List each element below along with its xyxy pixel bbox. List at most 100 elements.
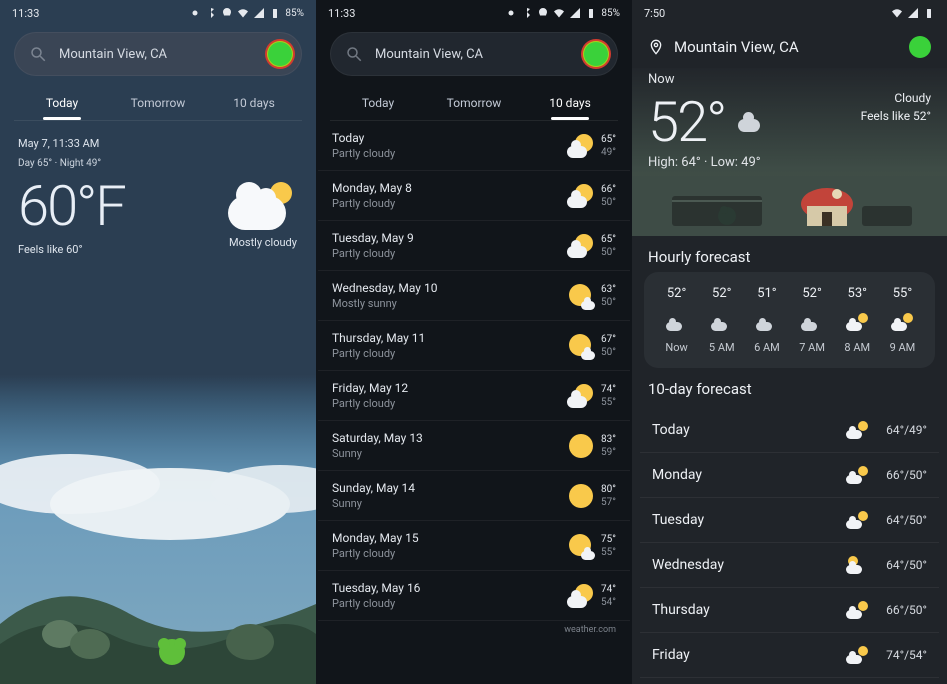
low-temp: 50°: [601, 196, 616, 209]
hour-label: 9 AM: [880, 341, 925, 354]
search-bar[interactable]: Mountain View, CA: [14, 32, 302, 76]
hourly-cell[interactable]: 53°8 AM: [835, 286, 880, 354]
status-icons: 85%: [505, 7, 620, 19]
forecast-row[interactable]: Tuesday, May 16Partly cloudy74°54°: [318, 571, 630, 621]
day-condition: Partly cloudy: [332, 397, 567, 410]
forecast-row[interactable]: Sunday, May 14Sunny80°57°: [318, 471, 630, 521]
tab-10-days[interactable]: 10 days: [522, 86, 618, 120]
pc-icon: [846, 313, 868, 331]
current-temp: 60°F: [18, 173, 125, 239]
search-bar[interactable]: Mountain View, CA: [330, 32, 618, 76]
low-temp: 55°: [601, 396, 616, 409]
tab-today[interactable]: Today: [330, 86, 426, 120]
hourly-card[interactable]: 52° Now52°5 AM51°6 AM52°7 AM53°8 AM55° 9 A…: [644, 272, 935, 368]
day-condition: Partly cloudy: [332, 547, 567, 560]
signal-icon: [253, 7, 265, 19]
location-name: Mountain View, CA: [674, 38, 899, 56]
bluetooth-icon: [521, 7, 533, 19]
ms-icon: [567, 332, 595, 360]
hero-panel: Now 52° Cloudy Feels like 52° High: 64° …: [632, 68, 947, 236]
forecast-row[interactable]: Monday, May 15Partly cloudy75°55°: [318, 521, 630, 571]
pc-icon: [567, 382, 595, 410]
hour-label: 6 AM: [744, 341, 789, 354]
forecast-row[interactable]: Saturday, May 13Sunny83°59°: [318, 421, 630, 471]
status-time: 11:33: [12, 7, 39, 20]
nfc-icon: [189, 7, 201, 19]
day-name: Today: [332, 131, 567, 145]
tabs: Today Tomorrow 10 days: [330, 86, 618, 120]
day-name: Thursday, May 11: [332, 331, 567, 345]
day-name: Wednesday: [652, 557, 846, 573]
tab-tomorrow[interactable]: Tomorrow: [426, 86, 522, 120]
wifi-icon: [237, 7, 249, 19]
forecast-row[interactable]: Wednesday, May 10Mostly sunny63°50°: [318, 271, 630, 321]
tenday-row[interactable]: Today64°/49°: [640, 408, 939, 453]
day-name: Thursday: [652, 602, 846, 618]
low-temp: 50°: [601, 346, 616, 359]
current-temp: 52°: [648, 89, 725, 155]
tenday-list[interactable]: Today64°/49°Monday66°/50°Tuesday64°/50°W…: [640, 408, 939, 678]
day-condition: Mostly sunny: [332, 297, 567, 310]
high-low: 64°/49°: [886, 423, 927, 437]
tenday-row[interactable]: Monday66°/50°: [640, 453, 939, 498]
status-bar: 11:33 85%: [316, 0, 632, 26]
forecast-row[interactable]: Tuesday, May 9Partly cloudy65°50°: [318, 221, 630, 271]
assistant-indicator-icon[interactable]: [583, 41, 609, 67]
forecast-row[interactable]: Monday, May 8Partly cloudy66°50°: [318, 171, 630, 221]
hourly-cell[interactable]: 52°7 AM: [790, 286, 835, 354]
day-condition: Partly cloudy: [332, 597, 567, 610]
assistant-indicator-icon[interactable]: [267, 41, 293, 67]
hour-label: 8 AM: [835, 341, 880, 354]
tab-tomorrow[interactable]: Tomorrow: [110, 86, 206, 120]
hour-label: Now: [654, 341, 699, 354]
hour-temp: 55°: [880, 286, 925, 301]
hour-temp: 52°: [654, 286, 699, 301]
ms-icon: [846, 556, 868, 574]
hourly-cell[interactable]: 52°5 AM: [699, 286, 744, 354]
low-temp: 55°: [601, 546, 616, 559]
high-temp: 63°: [601, 283, 616, 296]
assistant-indicator-icon[interactable]: [909, 36, 931, 58]
ms-icon: [567, 282, 595, 310]
high-low: 66°/50°: [886, 603, 927, 617]
day-night-temps: Day 65° · Night 49°: [18, 158, 298, 169]
hourly-cell[interactable]: 52° Now: [654, 286, 699, 354]
scene-illustration: [632, 176, 947, 236]
pc-icon: [846, 511, 868, 529]
tab-today[interactable]: Today: [14, 86, 110, 120]
hourly-cell[interactable]: 55° 9 AM: [880, 286, 925, 354]
hour-temp: 52°: [790, 286, 835, 301]
forecast-row[interactable]: Thursday, May 11Partly cloudy67°50°: [318, 321, 630, 371]
day-name: Monday, May 8: [332, 181, 567, 195]
search-icon: [29, 45, 47, 63]
forecast-row[interactable]: TodayPartly cloudy65°49°: [318, 121, 630, 171]
search-location: Mountain View, CA: [375, 47, 583, 62]
forecast-list[interactable]: TodayPartly cloudy65°49°Monday, May 8Par…: [318, 121, 630, 621]
pc-icon: [846, 646, 868, 664]
low-temp: 57°: [601, 496, 616, 509]
tenday-row[interactable]: Friday74°/54°: [640, 633, 939, 678]
forecast-row[interactable]: Friday, May 12Partly cloudy74°55°: [318, 371, 630, 421]
cl-icon: [801, 313, 823, 331]
high-temp: 83°: [601, 433, 616, 446]
high-temp: 74°: [601, 383, 616, 396]
high-temp: 65°: [601, 133, 616, 146]
hourly-cell[interactable]: 51°6 AM: [744, 286, 789, 354]
su-icon: [567, 432, 595, 460]
tenday-row[interactable]: Thursday 66°/50°: [640, 588, 939, 633]
tenday-row[interactable]: Wednesday64°/50°: [640, 543, 939, 588]
location-row[interactable]: Mountain View, CA: [632, 26, 947, 68]
su-icon: [567, 482, 595, 510]
day-condition: Sunny: [332, 447, 567, 460]
cl-icon: [666, 313, 688, 331]
nfc-icon: [505, 7, 517, 19]
day-condition: Sunny: [332, 497, 567, 510]
tab-10-days[interactable]: 10 days: [206, 86, 302, 120]
ms-icon: [567, 532, 595, 560]
day-name: Tuesday, May 9: [332, 231, 567, 245]
tenday-row[interactable]: Tuesday64°/50°: [640, 498, 939, 543]
day-name: Tuesday: [652, 512, 846, 528]
wifi-icon: [891, 7, 903, 19]
hourly-title: Hourly forecast: [632, 236, 947, 272]
cl-icon: [756, 313, 778, 331]
